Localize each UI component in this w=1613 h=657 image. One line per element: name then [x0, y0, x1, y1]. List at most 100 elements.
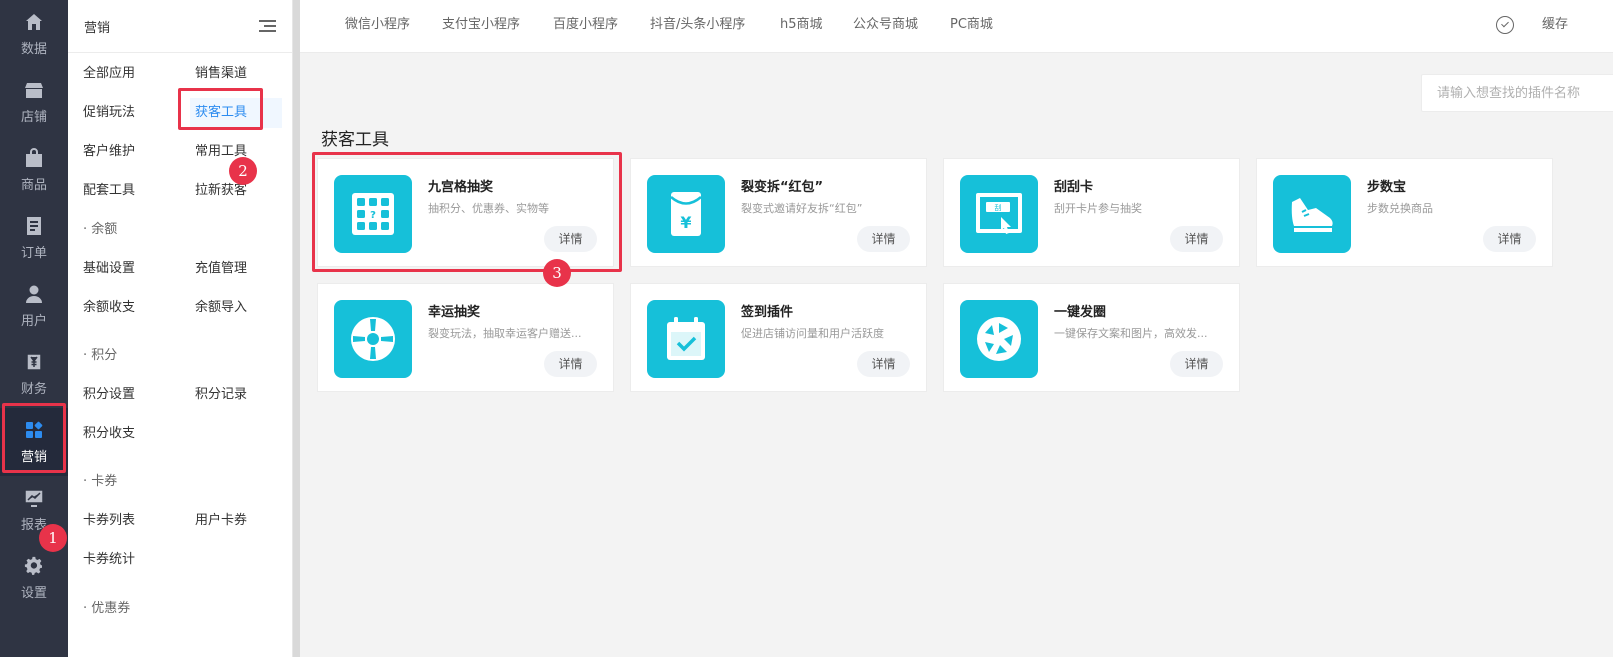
- details-button[interactable]: 详情: [544, 226, 597, 252]
- details-button[interactable]: 详情: [857, 226, 910, 252]
- submenu-group-balance: · 余额: [83, 222, 118, 237]
- rail-item-orders[interactable]: 订单: [0, 204, 68, 272]
- card-title: 幸运抽奖: [428, 305, 481, 320]
- collapse-menu-icon[interactable]: [259, 19, 276, 34]
- wheel-icon: [334, 300, 412, 378]
- rail-item-finance[interactable]: 财务: [0, 340, 68, 408]
- submenu-item-card-list[interactable]: 卡券列表: [83, 506, 135, 536]
- rail-item-store[interactable]: 店铺: [0, 68, 68, 136]
- rail-label: 财务: [20, 381, 47, 397]
- details-button[interactable]: 详情: [1483, 226, 1536, 252]
- submenu-item-sales-channel[interactable]: 销售渠道: [195, 59, 247, 89]
- details-button[interactable]: 详情: [544, 351, 597, 377]
- tab-official-account-mall[interactable]: 公众号商城: [853, 0, 918, 49]
- step-badge-2: 2: [229, 157, 257, 185]
- tab-h5-mall[interactable]: h5商城: [780, 0, 823, 49]
- rail-label: 数据: [20, 41, 47, 57]
- submenu-title: 营销: [84, 20, 111, 36]
- rail-label: 店铺: [20, 109, 47, 125]
- submenu-group-coupons: · 优惠券: [83, 601, 131, 616]
- submenu-item-user-cards[interactable]: 用户卡券: [195, 506, 247, 536]
- rail-item-data[interactable]: 数据: [0, 0, 68, 68]
- card-title: 一键发圈: [1054, 305, 1107, 320]
- card-title: 九宫格抽奖: [428, 180, 494, 195]
- tab-alipay-miniprogram[interactable]: 支付宝小程序: [442, 0, 520, 49]
- card-description: 步数兑换商品: [1367, 202, 1433, 215]
- submenu-item-customer-care[interactable]: 客户维护: [83, 137, 135, 167]
- tab-pc-mall[interactable]: PC商城: [950, 0, 993, 49]
- submenu-item-recharge[interactable]: 充值管理: [195, 254, 247, 284]
- rail-item-goods[interactable]: 商品: [0, 136, 68, 204]
- icon-rail: 数据 店铺 商品 订单 用户 财务 营销 报表 设置: [0, 0, 68, 657]
- submenu-item-promotions[interactable]: 促销玩法: [83, 98, 135, 128]
- submenu-item-basic-settings[interactable]: 基础设置: [83, 254, 135, 284]
- submenu-group-points: · 积分: [83, 348, 118, 363]
- submenu-item-acquisition-tools[interactable]: 获客工具: [190, 98, 282, 128]
- rail-item-users[interactable]: 用户: [0, 272, 68, 340]
- store-icon: [25, 82, 43, 98]
- plugin-card-lucky-draw[interactable]: 幸运抽奖 裂变玩法，抽取幸运客户赠送... 详情: [317, 283, 614, 392]
- submenu-item-points-flow[interactable]: 积分收支: [83, 419, 135, 449]
- card-title: 裂变拆“红包”: [741, 180, 824, 195]
- bag-icon: [26, 147, 42, 167]
- submenu-item-support-tools[interactable]: 配套工具: [83, 176, 135, 206]
- step-badge-3: 3: [543, 259, 571, 287]
- finance-icon: [26, 352, 42, 371]
- plugin-card-step-treasure[interactable]: 步数宝 步数兑换商品 详情: [1256, 158, 1553, 267]
- scratch-card-icon: 刮: [960, 175, 1038, 253]
- plugin-card-red-envelope[interactable]: ¥ 裂变拆“红包” 裂变式邀请好友拆“红包” 详情: [630, 158, 927, 267]
- plugin-card-grid-lottery[interactable]: ? 九宫格抽奖 抽积分、优惠券、实物等 详情: [317, 158, 614, 267]
- details-button[interactable]: 详情: [857, 351, 910, 377]
- submenu-item-points-records[interactable]: 积分记录: [195, 380, 247, 410]
- card-title: 刮刮卡: [1054, 180, 1094, 195]
- submenu-header: 营销: [68, 0, 292, 53]
- submenu-item-points-settings[interactable]: 积分设置: [83, 380, 135, 410]
- card-title: 签到插件: [741, 305, 794, 320]
- marketing-icon: [26, 421, 43, 438]
- plugin-card-scratch-card[interactable]: 刮 刮刮卡 刮开卡片参与抽奖 详情: [943, 158, 1240, 267]
- download-icon[interactable]: [1496, 16, 1514, 34]
- submenu-item-balance-flow[interactable]: 余额收支: [83, 293, 135, 323]
- submenu-item-card-stats[interactable]: 卡券统计: [83, 545, 135, 575]
- card-description: 裂变玩法，抽取幸运客户赠送...: [428, 327, 582, 340]
- submenu-group-cards: · 卡券: [83, 474, 118, 489]
- plugin-search-input[interactable]: [1421, 74, 1613, 112]
- submenu-item-all-apps[interactable]: 全部应用: [83, 59, 135, 89]
- svg-text:刮: 刮: [995, 203, 1002, 212]
- clear-cache-link[interactable]: 缓存: [1542, 0, 1568, 49]
- svg-text:¥: ¥: [680, 213, 691, 232]
- plugin-card-moments-share[interactable]: 一键发圈 一键保存文案和图片，高效发... 详情: [943, 283, 1240, 392]
- rail-item-settings[interactable]: 设置: [0, 544, 68, 612]
- home-icon: [26, 13, 42, 30]
- card-description: 促进店铺访问量和用户活跃度: [741, 327, 884, 340]
- details-button[interactable]: 详情: [1170, 351, 1223, 377]
- plugin-card-check-in[interactable]: 签到插件 促进店铺访问量和用户活跃度 详情: [630, 283, 927, 392]
- gear-icon: [24, 556, 42, 575]
- user-icon: [26, 285, 42, 303]
- rail-label: 设置: [20, 585, 47, 601]
- card-description: 抽积分、优惠券、实物等: [428, 202, 549, 215]
- tab-wechat-miniprogram[interactable]: 微信小程序: [345, 0, 410, 49]
- step-badge-1: 1: [39, 524, 67, 552]
- top-nav: 微信小程序 支付宝小程序 百度小程序 抖音/头条小程序 h5商城 公众号商城 P…: [300, 0, 1613, 53]
- shutter-icon: [960, 300, 1038, 378]
- rail-label: 营销: [20, 449, 47, 465]
- rail-label: 商品: [20, 177, 47, 193]
- marketing-submenu: 营销 全部应用 销售渠道 促销玩法 获客工具 客户维护 常用工具 配套工具 拉新…: [68, 0, 293, 657]
- rail-label: 用户: [20, 313, 47, 329]
- card-title: 步数宝: [1367, 180, 1407, 195]
- red-envelope-icon: ¥: [647, 175, 725, 253]
- panel-scrollbar[interactable]: [293, 0, 300, 657]
- page-title: 获客工具: [321, 130, 389, 150]
- tab-baidu-miniprogram[interactable]: 百度小程序: [553, 0, 618, 49]
- rail-label: 订单: [20, 245, 47, 261]
- grid-lottery-icon: ?: [334, 175, 412, 253]
- rail-item-marketing[interactable]: 营销: [0, 408, 68, 476]
- submenu-item-balance-import[interactable]: 余额导入: [195, 293, 247, 323]
- tab-douyin-miniprogram[interactable]: 抖音/头条小程序: [650, 0, 745, 49]
- details-button[interactable]: 详情: [1170, 226, 1223, 252]
- order-icon: [27, 216, 41, 235]
- card-description: 刮开卡片参与抽奖: [1054, 202, 1142, 215]
- svg-text:?: ?: [370, 210, 376, 221]
- sneaker-icon: [1273, 175, 1351, 253]
